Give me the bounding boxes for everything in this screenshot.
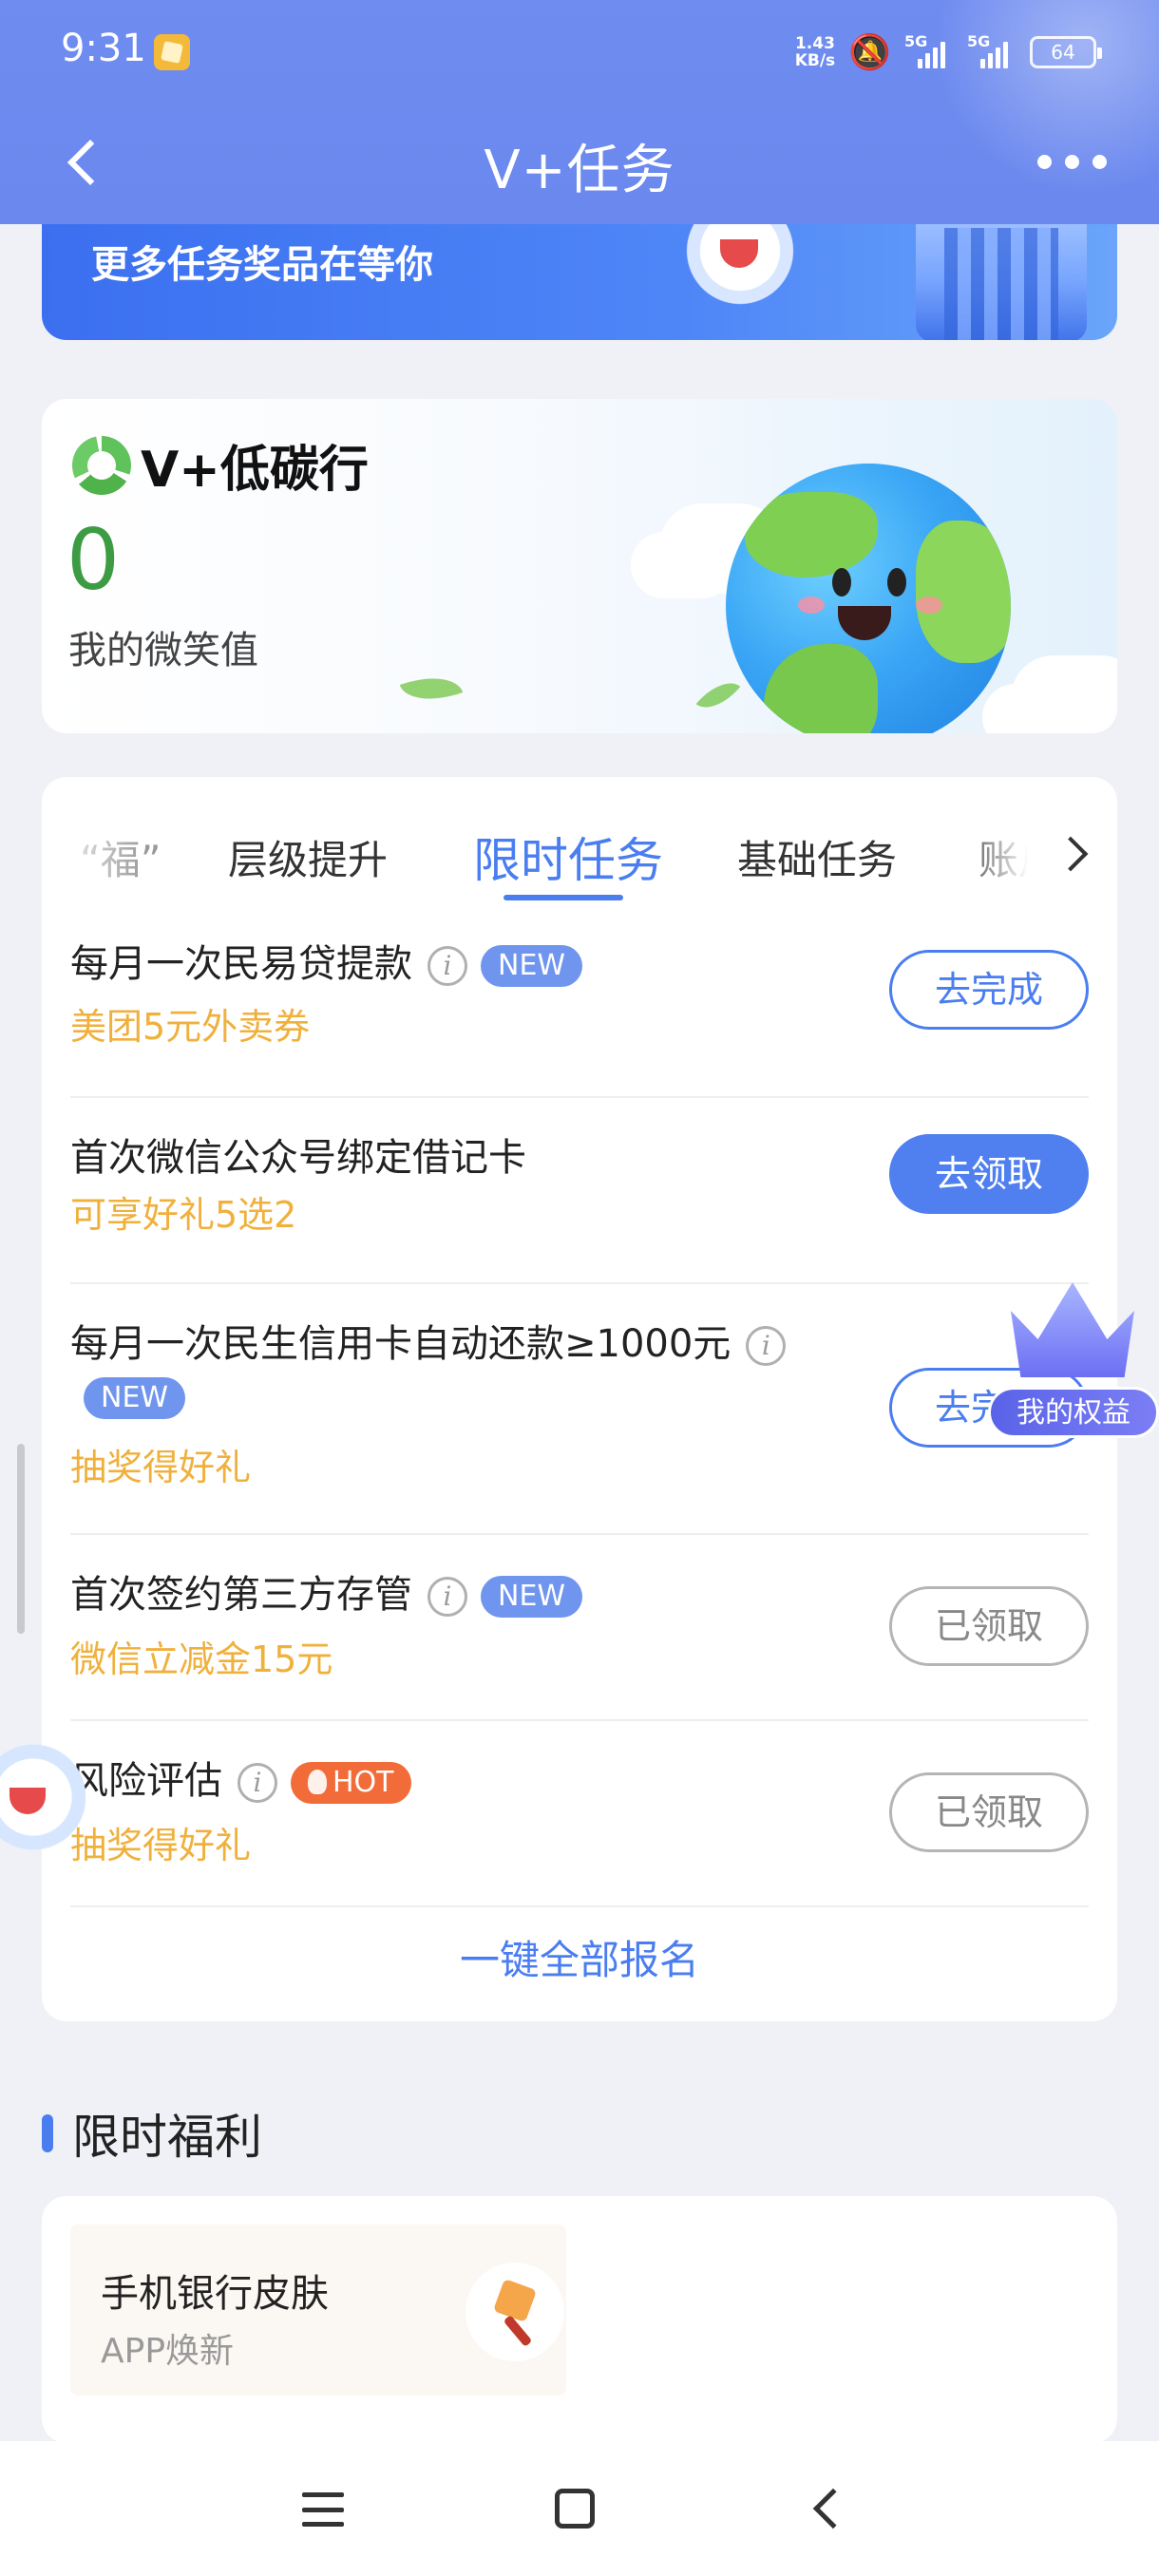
building-illustration: [916, 209, 1087, 340]
signal-icon-2: 5G: [967, 32, 1016, 68]
section-accent-bar: [42, 2114, 53, 2152]
hot-badge: HOT: [291, 1762, 411, 1804]
carbon-title-row: V+低碳行: [72, 429, 369, 501]
signal-label: 5G: [904, 32, 928, 50]
task-title-row: 每月一次民易贷提款 i NEW: [70, 933, 583, 988]
floating-mascot[interactable]: [0, 1740, 86, 1883]
nav-bar: V+任务: [0, 104, 1159, 224]
crown-icon: [1011, 1282, 1134, 1377]
network-speed-value: 1.43: [794, 34, 835, 53]
section-title: 限时福利: [72, 2110, 262, 2165]
go-complete-button[interactable]: 去完成: [889, 950, 1089, 1030]
menu-icon[interactable]: [302, 2492, 344, 2527]
claimed-button[interactable]: 已领取: [889, 1586, 1089, 1666]
tab-limited-time[interactable]: 限时任务: [473, 823, 663, 891]
earth-illustration: [726, 464, 1011, 733]
benefit-subtitle: APP焕新: [101, 2332, 235, 2371]
signal-icon: 5G: [904, 32, 954, 68]
go-claim-button[interactable]: 去领取: [889, 1134, 1089, 1214]
task-title: 风险评估: [70, 1759, 222, 1803]
task-title: 首次微信公众号绑定借记卡: [70, 1136, 526, 1180]
task-reward: 微信立减金15元: [70, 1638, 333, 1680]
task-title: 每月一次民易贷提款: [70, 942, 412, 986]
task-tabs: “福” 层级提升 限时任务 基础任务 账户: [42, 777, 1117, 910]
tab-basic[interactable]: 基础任务: [737, 828, 897, 886]
claimed-button[interactable]: 已领取: [889, 1772, 1089, 1852]
task-reward: 抽奖得好礼: [70, 1825, 252, 1866]
nav-back-icon[interactable]: [812, 2488, 854, 2529]
cloud-illustration: [631, 532, 735, 598]
task-row: 首次微信公众号绑定借记卡 可享好礼5选2 去领取: [70, 1098, 1089, 1284]
new-badge: NEW: [481, 1576, 583, 1618]
task-row: 每月一次民生信用卡自动还款≥1000元i NEW 抽奖得好礼 去完成: [70, 1284, 1089, 1535]
task-row: 首次签约第三方存管 i NEW 微信立减金15元 已领取: [70, 1535, 1089, 1721]
task-reward: 抽奖得好礼: [70, 1447, 252, 1488]
new-badge: NEW: [84, 1377, 186, 1419]
scroll-indicator: [17, 1444, 25, 1634]
network-speed: 1.43 KB/s: [795, 35, 835, 69]
task-reward: 可享好礼5选2: [70, 1194, 297, 1236]
more-icon[interactable]: [1037, 150, 1113, 173]
tasks-card: “福” 层级提升 限时任务 基础任务 账户 每月一次民易贷提款 i NEW 美团5元…: [42, 777, 1117, 2021]
mascot-illustration: [678, 209, 802, 313]
tab-fade-left: [42, 815, 146, 900]
info-icon[interactable]: i: [428, 1577, 467, 1617]
task-title: 首次签约第三方存管: [70, 1573, 412, 1617]
magic-wand-icon: [466, 2263, 564, 2361]
recycle-icon: [72, 435, 131, 495]
smile-value: 0: [66, 511, 120, 609]
status-bar: 9:31 1.43 KB/s 🔕 5G 5G 64: [0, 0, 1159, 104]
task-row: 每月一次民易贷提款 i NEW 美团5元外卖券 去完成: [70, 912, 1089, 1098]
my-rights-label: 我的权益: [988, 1387, 1159, 1438]
app-header: 9:31 1.43 KB/s 🔕 5G 5G 64 V+任务: [0, 0, 1159, 224]
page-title: V+任务: [484, 140, 675, 201]
notification-app-icon: [154, 34, 190, 70]
section-header: 限时福利: [42, 2099, 262, 2168]
system-nav-bar: [0, 2441, 1159, 2576]
info-icon[interactable]: i: [238, 1763, 277, 1803]
active-tab-underline: [504, 895, 623, 900]
mute-bell-icon: 🔕: [848, 33, 891, 72]
signal-label-2: 5G: [967, 32, 991, 50]
flame-icon: [308, 1770, 327, 1794]
info-icon[interactable]: i: [746, 1326, 787, 1366]
leaf-illustration: [399, 665, 464, 712]
hot-badge-label: HOT: [332, 1766, 394, 1799]
low-carbon-card[interactable]: V+低碳行 0 我的微笑值: [42, 399, 1117, 733]
badge-row: NEW: [70, 1377, 186, 1419]
status-time: 9:31: [61, 27, 146, 70]
benefit-item[interactable]: 手机银行皮肤 APP焕新: [70, 2225, 566, 2396]
task-title-row: 风险评估 i HOT: [70, 1750, 411, 1805]
task-title-row: 首次签约第三方存管 i NEW: [70, 1563, 583, 1619]
network-speed-unit: KB/s: [794, 51, 836, 70]
task-row: 风险评估 i HOT 抽奖得好礼 已领取: [70, 1721, 1089, 1907]
signup-all-button[interactable]: 一键全部报名: [42, 1928, 1117, 1986]
promo-banner[interactable]: 更多任务奖品在等你: [42, 209, 1117, 340]
info-icon[interactable]: i: [428, 946, 467, 986]
task-title: 每月一次民生信用卡自动还款≥1000元: [70, 1322, 732, 1366]
banner-text: 更多任务奖品在等你: [91, 243, 433, 287]
cloud-illustration-2: [982, 684, 1096, 733]
smile-label: 我的微笑值: [68, 629, 258, 672]
home-icon[interactable]: [555, 2489, 595, 2529]
carbon-title: V+低碳行: [141, 442, 369, 499]
benefit-card: 手机银行皮肤 APP焕新: [42, 2196, 1117, 2443]
new-badge: NEW: [481, 945, 583, 987]
leaf-illustration-2: [695, 672, 741, 719]
tab-level-up[interactable]: 层级提升: [228, 828, 388, 886]
task-title-row: 每月一次民生信用卡自动还款≥1000元 i: [70, 1313, 787, 1368]
task-reward: 美团5元外卖券: [70, 1006, 311, 1048]
status-indicators: 1.43 KB/s 🔕 5G 5G 64: [795, 28, 1102, 76]
my-rights-float-button[interactable]: 我的权益: [988, 1273, 1159, 1444]
battery-icon: 64: [1030, 36, 1102, 68]
benefit-name: 手机银行皮肤: [101, 2272, 329, 2316]
